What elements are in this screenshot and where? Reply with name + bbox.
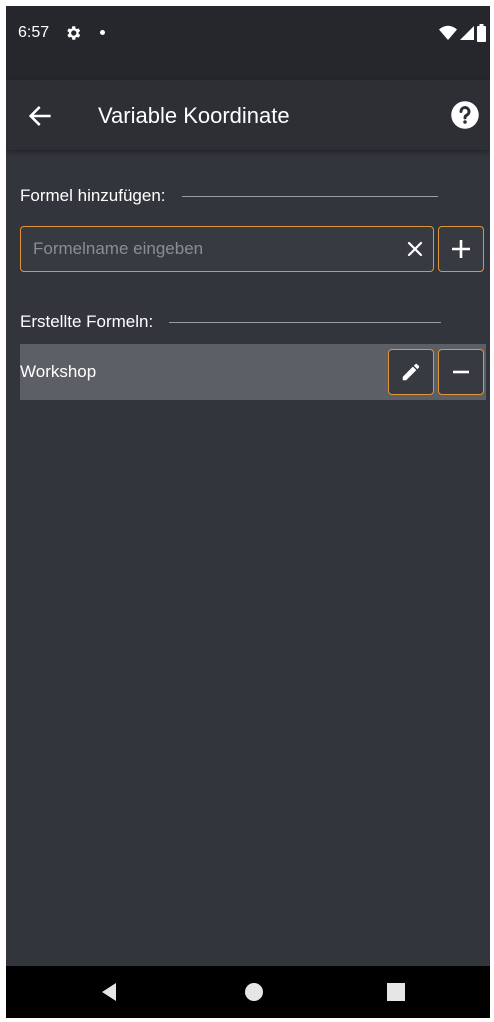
plus-icon — [452, 240, 470, 258]
device-screen: 6:57 Variable Koordinate Formel hinzufüg… — [6, 6, 490, 1018]
close-icon[interactable] — [405, 239, 425, 259]
settings-icon — [67, 26, 81, 40]
add-formula-heading: Formel hinzufügen: — [20, 186, 438, 206]
edit-formula-button[interactable] — [388, 349, 434, 395]
minus-icon — [453, 370, 469, 374]
created-formulas-heading-label: Erstellte Formeln: — [20, 312, 154, 331]
remove-formula-button[interactable] — [438, 349, 484, 395]
formula-name: Workshop — [20, 362, 97, 381]
help-circle-icon[interactable] — [450, 100, 480, 130]
notification-dot — [100, 30, 105, 35]
status-icons — [439, 24, 486, 42]
formula-name-input[interactable] — [21, 227, 391, 270]
app-bar: Variable Koordinate — [6, 80, 490, 150]
status-bar: 6:57 — [6, 6, 490, 80]
created-formulas-heading: Erstellte Formeln: — [20, 312, 442, 332]
wifi-icon — [439, 25, 457, 40]
page-title: Variable Koordinate — [98, 103, 290, 128]
status-time: 6:57 — [18, 24, 50, 41]
recents-square-icon[interactable] — [384, 980, 408, 1004]
signal-icon — [460, 26, 474, 40]
system-nav-bar — [6, 966, 490, 1018]
divider — [181, 195, 438, 197]
pencil-icon — [402, 363, 420, 381]
add-formula-button[interactable] — [438, 226, 484, 272]
divider — [169, 321, 442, 323]
arrow-left-icon[interactable] — [26, 102, 54, 130]
battery-icon — [477, 24, 486, 42]
home-circle-icon[interactable] — [242, 980, 266, 1004]
add-formula-heading-label: Formel hinzufügen: — [20, 186, 166, 205]
formula-name-field — [20, 226, 434, 272]
back-triangle-icon[interactable] — [98, 980, 122, 1004]
